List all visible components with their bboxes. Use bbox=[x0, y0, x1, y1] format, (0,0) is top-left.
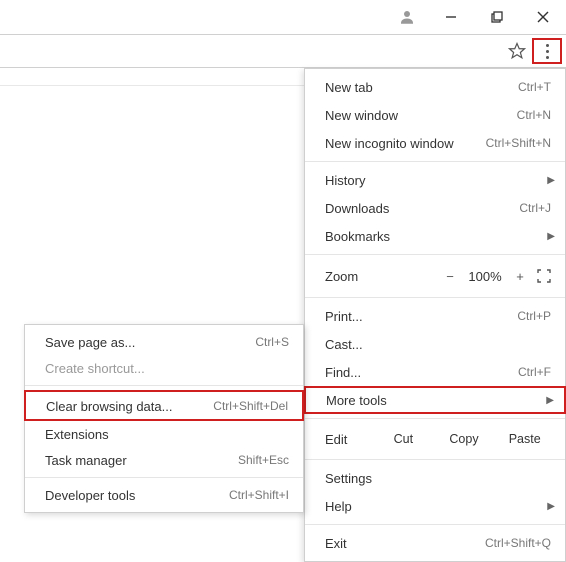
menu-shortcut: Ctrl+Shift+N bbox=[486, 136, 551, 150]
bookmark-star-icon[interactable] bbox=[508, 42, 526, 60]
window-titlebar bbox=[0, 0, 566, 34]
paste-button[interactable]: Paste bbox=[494, 432, 555, 446]
cut-button[interactable]: Cut bbox=[373, 432, 434, 446]
submenu-item-dev-tools[interactable]: Developer tools Ctrl+Shift+I bbox=[25, 482, 303, 508]
copy-button[interactable]: Copy bbox=[434, 432, 495, 446]
menu-item-downloads[interactable]: Downloads Ctrl+J bbox=[305, 194, 565, 222]
submenu-item-save-page[interactable]: Save page as... Ctrl+S bbox=[25, 329, 303, 355]
menu-item-bookmarks[interactable]: Bookmarks ▶ bbox=[305, 222, 565, 250]
more-tools-submenu: Save page as... Ctrl+S Create shortcut..… bbox=[24, 324, 304, 513]
minimize-button[interactable] bbox=[428, 0, 474, 34]
menu-item-help[interactable]: Help ▶ bbox=[305, 492, 565, 520]
menu-label: Task manager bbox=[45, 453, 238, 468]
menu-label: Downloads bbox=[325, 201, 519, 216]
three-dots-icon bbox=[546, 44, 549, 59]
fullscreen-icon[interactable] bbox=[533, 269, 555, 283]
menu-item-cast[interactable]: Cast... bbox=[305, 330, 565, 358]
menu-shortcut: Ctrl+T bbox=[518, 80, 551, 94]
menu-label: New incognito window bbox=[325, 136, 486, 151]
menu-item-new-incognito[interactable]: New incognito window Ctrl+Shift+N bbox=[305, 129, 565, 157]
menu-label: Save page as... bbox=[45, 335, 255, 350]
menu-item-settings[interactable]: Settings bbox=[305, 464, 565, 492]
chrome-menu-button[interactable] bbox=[532, 38, 562, 64]
menu-label: Create shortcut... bbox=[45, 361, 289, 376]
zoom-label: Zoom bbox=[325, 269, 437, 284]
submenu-item-create-shortcut[interactable]: Create shortcut... bbox=[25, 355, 303, 381]
menu-separator bbox=[305, 254, 565, 255]
menu-shortcut: Ctrl+Shift+I bbox=[229, 488, 289, 502]
submenu-item-task-manager[interactable]: Task manager Shift+Esc bbox=[25, 447, 303, 473]
menu-item-history[interactable]: History ▶ bbox=[305, 166, 565, 194]
menu-separator bbox=[25, 477, 303, 478]
submenu-item-extensions[interactable]: Extensions bbox=[25, 421, 303, 447]
submenu-item-clear-data[interactable]: Clear browsing data... Ctrl+Shift+Del bbox=[26, 393, 302, 419]
menu-item-edit: Edit Cut Copy Paste bbox=[305, 423, 565, 455]
profile-icon[interactable] bbox=[386, 8, 428, 26]
menu-label: New tab bbox=[325, 80, 518, 95]
menu-label: Help bbox=[325, 499, 551, 514]
menu-item-exit[interactable]: Exit Ctrl+Shift+Q bbox=[305, 529, 565, 557]
menu-separator bbox=[305, 459, 565, 460]
menu-label: Exit bbox=[325, 536, 485, 551]
zoom-value: 100% bbox=[463, 269, 507, 284]
menu-item-print[interactable]: Print... Ctrl+P bbox=[305, 302, 565, 330]
highlight-clear-data: Clear browsing data... Ctrl+Shift+Del bbox=[24, 390, 304, 421]
edit-label: Edit bbox=[325, 432, 373, 447]
menu-shortcut: Ctrl+S bbox=[255, 335, 289, 349]
menu-separator bbox=[305, 161, 565, 162]
menu-separator bbox=[25, 385, 303, 386]
zoom-out-button[interactable]: − bbox=[437, 269, 463, 284]
menu-label: More tools bbox=[326, 393, 550, 408]
menu-label: Print... bbox=[325, 309, 517, 324]
submenu-arrow-icon: ▶ bbox=[546, 395, 554, 406]
menu-label: Developer tools bbox=[45, 488, 229, 503]
menu-label: History bbox=[325, 173, 551, 188]
menu-shortcut: Ctrl+N bbox=[517, 108, 551, 122]
menu-item-find[interactable]: Find... Ctrl+F bbox=[305, 358, 565, 386]
menu-label: Cast... bbox=[325, 337, 551, 352]
menu-item-zoom: Zoom − 100% + bbox=[305, 259, 565, 293]
menu-shortcut: Ctrl+P bbox=[517, 309, 551, 323]
menu-label: Clear browsing data... bbox=[46, 399, 213, 414]
menu-item-new-window[interactable]: New window Ctrl+N bbox=[305, 101, 565, 129]
menu-label: Settings bbox=[325, 471, 551, 486]
menu-shortcut: Ctrl+J bbox=[519, 201, 551, 215]
menu-shortcut: Shift+Esc bbox=[238, 453, 289, 467]
menu-label: Find... bbox=[325, 365, 518, 380]
submenu-arrow-icon: ▶ bbox=[547, 231, 555, 242]
menu-separator bbox=[305, 297, 565, 298]
menu-label: Extensions bbox=[45, 427, 289, 442]
maximize-button[interactable] bbox=[474, 0, 520, 34]
menu-separator bbox=[305, 418, 565, 419]
menu-shortcut: Ctrl+F bbox=[518, 365, 551, 379]
menu-shortcut: Ctrl+Shift+Del bbox=[213, 399, 288, 413]
zoom-in-button[interactable]: + bbox=[507, 269, 533, 284]
chrome-main-menu: New tab Ctrl+T New window Ctrl+N New inc… bbox=[304, 68, 566, 562]
menu-label: Bookmarks bbox=[325, 229, 551, 244]
menu-item-new-tab[interactable]: New tab Ctrl+T bbox=[305, 73, 565, 101]
close-button[interactable] bbox=[520, 0, 566, 34]
submenu-arrow-icon: ▶ bbox=[547, 175, 555, 186]
menu-label: New window bbox=[325, 108, 517, 123]
menu-item-more-tools[interactable]: More tools ▶ bbox=[304, 386, 566, 414]
menu-shortcut: Ctrl+Shift+Q bbox=[485, 536, 551, 550]
browser-toolbar bbox=[0, 34, 566, 68]
menu-separator bbox=[305, 524, 565, 525]
